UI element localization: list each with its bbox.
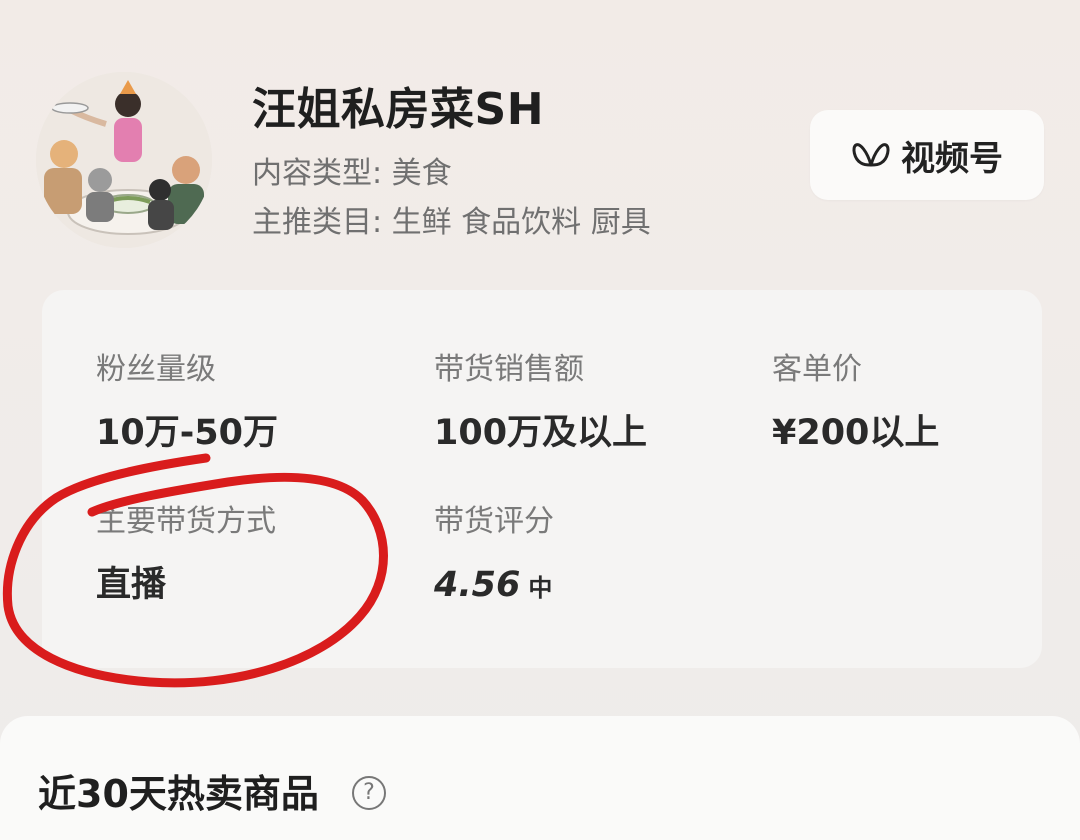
stat-fans-label: 粉丝量级 <box>96 352 216 387</box>
stat-sales: 带货销售额 100万及以上 <box>434 350 647 456</box>
avatar-illustration-icon <box>36 72 212 248</box>
stat-main-method: 主要带货方式 直播 <box>96 502 276 608</box>
platform-label: 视频号 <box>901 138 1003 179</box>
stat-main-method-label: 主要带货方式 <box>96 504 276 539</box>
content-type: 内容类型: 美食 <box>252 156 452 191</box>
stat-rating-value: 4.56 <box>434 565 521 605</box>
stat-sales-value: 100万及以上 <box>434 413 648 453</box>
stat-sales-label: 带货销售额 <box>434 352 584 387</box>
shop-name: 汪姐私房菜SH <box>252 84 545 135</box>
stat-unit-price: 客单价 ¥200以上 <box>772 350 939 456</box>
stat-rating: 带货评分 4.56 中 <box>434 502 554 611</box>
stats-card: 粉丝量级 10万-50万 带货销售额 100万及以上 客单价 ¥200以上 主要… <box>42 290 1042 668</box>
channels-platform-button[interactable]: 视频号 <box>810 110 1044 200</box>
stat-main-method-value: 直播 <box>96 565 167 605</box>
main-categories: 主推类目: 生鲜 食品饮料 厨具 <box>252 205 651 240</box>
stat-unit-price-label: 客单价 <box>772 352 862 387</box>
stat-rating-label: 带货评分 <box>434 504 554 539</box>
hot-products-title: 近30天热卖商品 <box>38 772 319 816</box>
stat-fans-value: 10万-50万 <box>96 413 278 453</box>
stat-rating-value-row: 4.56 中 <box>434 562 554 611</box>
avatar[interactable] <box>36 72 212 248</box>
stat-rating-level: 中 <box>528 574 553 602</box>
stat-fans: 粉丝量级 10万-50万 <box>96 350 278 456</box>
butterfly-icon <box>852 143 890 167</box>
stat-unit-price-value: ¥200以上 <box>772 413 940 453</box>
question-mark-icon[interactable]: ? <box>352 776 386 810</box>
